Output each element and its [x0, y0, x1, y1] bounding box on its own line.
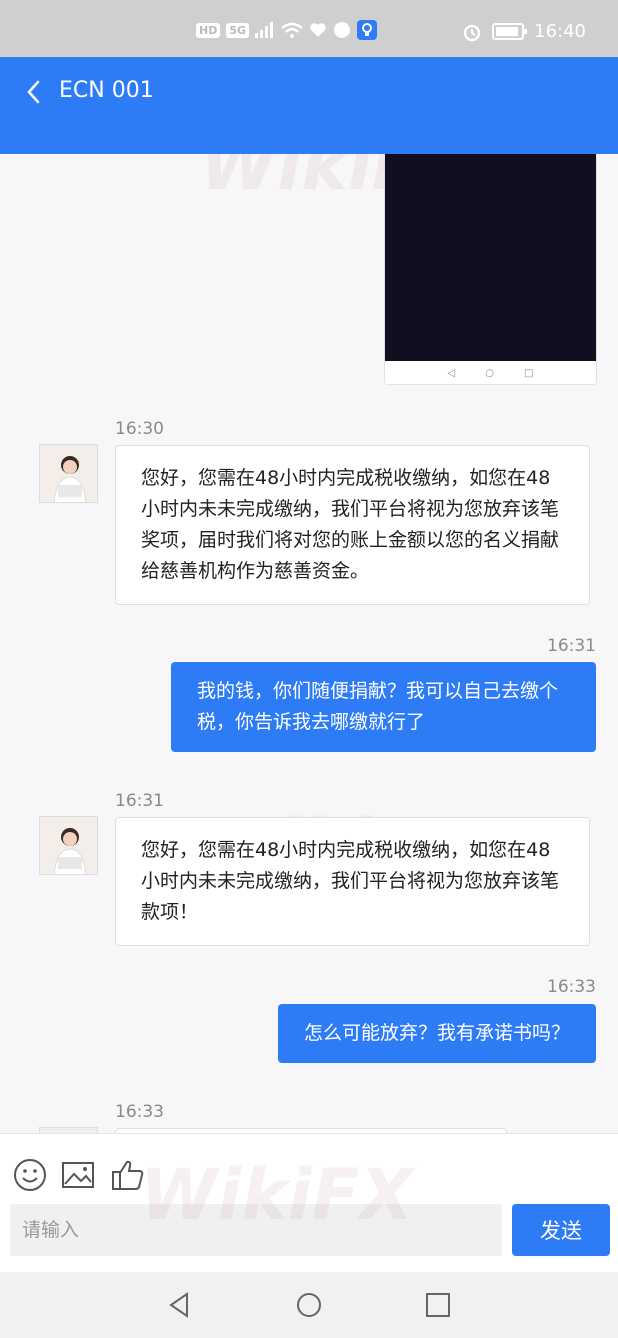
- status-right: 16:40: [462, 21, 586, 42]
- outgoing-message: 我的钱，你们随便捐献？我可以自己去缴个税，你告诉我去哪缴就行了: [171, 662, 596, 752]
- agent-avatar-icon: [53, 456, 87, 502]
- page-title: ECN 001: [59, 78, 154, 103]
- nav-home-icon[interactable]: [294, 1290, 324, 1320]
- image-message[interactable]: ◁ ○ □: [384, 154, 597, 385]
- recent-square-icon: □: [523, 367, 534, 379]
- clock: 16:40: [534, 21, 586, 42]
- message-time: 16:30: [115, 419, 164, 439]
- status-indicators: HD 5G: [196, 20, 378, 40]
- message-time: 16:33: [547, 977, 596, 997]
- wifi-icon: [281, 22, 303, 38]
- message-time: 16:31: [115, 791, 164, 811]
- image-icon[interactable]: [60, 1157, 96, 1193]
- chat-header: ECN 001: [0, 57, 618, 154]
- screenshot-navbar: ◁ ○ □: [385, 362, 596, 384]
- message-input[interactable]: [10, 1204, 502, 1256]
- message-list[interactable]: WikiFX WikiFX WikiFX ◁ ○ □ 16:30 您好，您需在4…: [0, 154, 618, 1133]
- avatar[interactable]: [39, 816, 98, 875]
- battery-icon: [492, 23, 528, 40]
- emoji-icon[interactable]: [12, 1157, 48, 1193]
- composer: 发送 WikiFX: [0, 1133, 618, 1272]
- message-time: 16:33: [115, 1102, 164, 1122]
- avatar[interactable]: [39, 444, 98, 503]
- thumbs-up-icon[interactable]: [110, 1157, 146, 1193]
- agent-avatar-icon: [53, 828, 87, 874]
- incoming-message: 您好，您需在48小时内完成税收缴纳，如您在48小时内未未完成缴纳，我们平台将视为…: [115, 817, 590, 946]
- alarm-icon: [463, 24, 481, 41]
- system-nav-bar: [0, 1272, 618, 1338]
- incoming-message: 您好，您需在48小时内完成税收缴纳，如您在48小时内未未完成缴纳，我们平台将视为…: [115, 445, 590, 605]
- hd-badge: HD: [196, 22, 221, 38]
- status-bar: HD 5G 16:40: [0, 0, 618, 57]
- back-chevron-icon[interactable]: [24, 79, 44, 105]
- home-circle-icon: ○: [485, 367, 494, 379]
- nav-back-icon[interactable]: [165, 1290, 195, 1320]
- signal-icon: [255, 22, 274, 38]
- shield-icon: [334, 22, 351, 38]
- heart-icon: [310, 23, 326, 37]
- nav-recent-icon[interactable]: [423, 1290, 453, 1320]
- send-button[interactable]: 发送: [512, 1204, 610, 1256]
- screenshot-image: [385, 154, 596, 361]
- back-triangle-icon: ◁: [447, 367, 456, 379]
- message-time: 16:31: [547, 636, 596, 656]
- bulb-icon: [357, 20, 378, 40]
- outgoing-message: 怎么可能放弃？我有承诺书吗？: [277, 1004, 596, 1063]
- network-badge: 5G: [226, 22, 250, 38]
